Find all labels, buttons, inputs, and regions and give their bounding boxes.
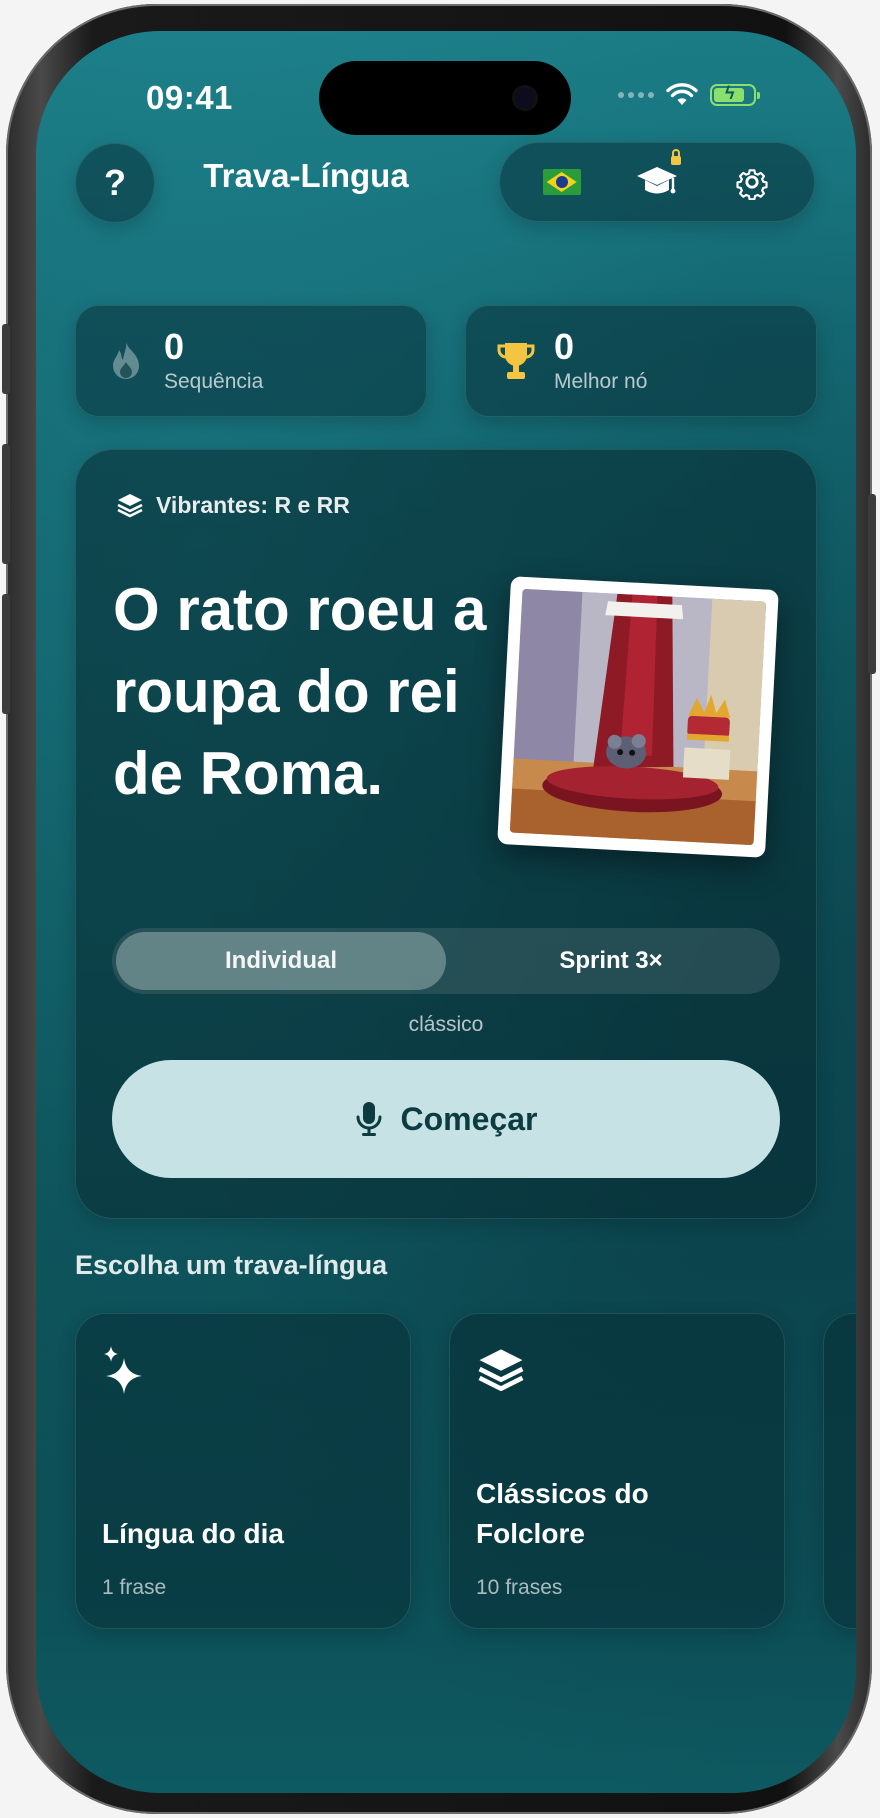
volume-up-button — [2, 444, 10, 564]
tile-lingua-do-dia[interactable]: Língua do dia 1 frase — [75, 1313, 411, 1629]
streak-stat-card: 0 Sequência — [75, 305, 427, 417]
tile-subtitle: 10 frases — [476, 1576, 563, 1599]
learning-mode-button[interactable] — [627, 149, 687, 212]
tile-title: Clássicos do Folclore — [476, 1478, 649, 1549]
rat-king-image — [509, 588, 767, 846]
settings-button[interactable] — [722, 152, 782, 212]
status-time: 09:41 — [146, 79, 233, 116]
status-icons: ϟ — [618, 83, 760, 107]
graduation-cap-icon — [636, 167, 677, 194]
tile-title: Língua do dia — [102, 1518, 284, 1549]
language-button[interactable] — [532, 152, 592, 212]
start-button[interactable]: Começar — [112, 1060, 780, 1178]
best-value: 0 — [554, 326, 575, 367]
mode-individual[interactable]: Individual — [116, 932, 446, 990]
device-frame: 09:41 ϟ ? Trava-Língua 0 Sequência 0 Mel… — [2, 4, 876, 1814]
layers-icon — [117, 494, 143, 518]
microphone-icon — [356, 1102, 382, 1136]
app-screen: 09:41 ϟ ? Trava-Língua 0 Sequência 0 Mel… — [36, 31, 856, 1793]
tile-subtitle: 1 frase — [102, 1576, 167, 1599]
gear-icon — [736, 169, 768, 200]
streak-value: 0 — [164, 326, 185, 367]
lock-icon — [670, 149, 681, 165]
volume-down-button — [2, 594, 10, 714]
battery-charging-icon: ϟ — [710, 83, 760, 106]
mode-caption: clássico — [408, 1013, 484, 1036]
sparkles-icon — [104, 1346, 142, 1394]
mute-switch — [2, 324, 10, 394]
section-title: Escolha um trava-língua — [75, 1250, 388, 1280]
tongue-twister-phrase: O rato roeu a roupa do rei de Roma. — [113, 576, 487, 807]
category-tag: Vibrantes: R e RR — [116, 491, 350, 519]
wifi-icon — [666, 83, 698, 105]
streak-label: Sequência — [164, 370, 264, 393]
layers-icon — [478, 1349, 524, 1391]
flame-icon — [113, 342, 139, 379]
start-button-label: Começar — [400, 1100, 538, 1137]
mode-segmented-control: Individual Sprint 3× — [112, 928, 780, 994]
best-label: Melhor nó — [554, 370, 648, 393]
help-button[interactable]: ? — [75, 143, 155, 223]
category-label: Vibrantes: R e RR — [156, 491, 350, 518]
rat-king-illustration — [509, 588, 767, 846]
cellular-signal-icon — [618, 92, 654, 98]
trophy-icon — [497, 343, 535, 379]
dynamic-island — [319, 61, 571, 135]
mode-sprint[interactable]: Sprint 3× — [446, 932, 776, 990]
header-toolbar — [499, 142, 815, 222]
tongue-twister-illustration[interactable] — [497, 576, 779, 858]
brazil-flag-icon — [542, 169, 581, 195]
tile-classicos-do-folclore[interactable]: Clássicos do Folclore 10 frases — [449, 1313, 785, 1629]
tile-next-partial[interactable] — [823, 1313, 856, 1629]
best-stat-card: 0 Melhor nó — [465, 305, 817, 417]
power-button — [868, 494, 876, 674]
page-title: Trava-Língua — [203, 157, 409, 194]
